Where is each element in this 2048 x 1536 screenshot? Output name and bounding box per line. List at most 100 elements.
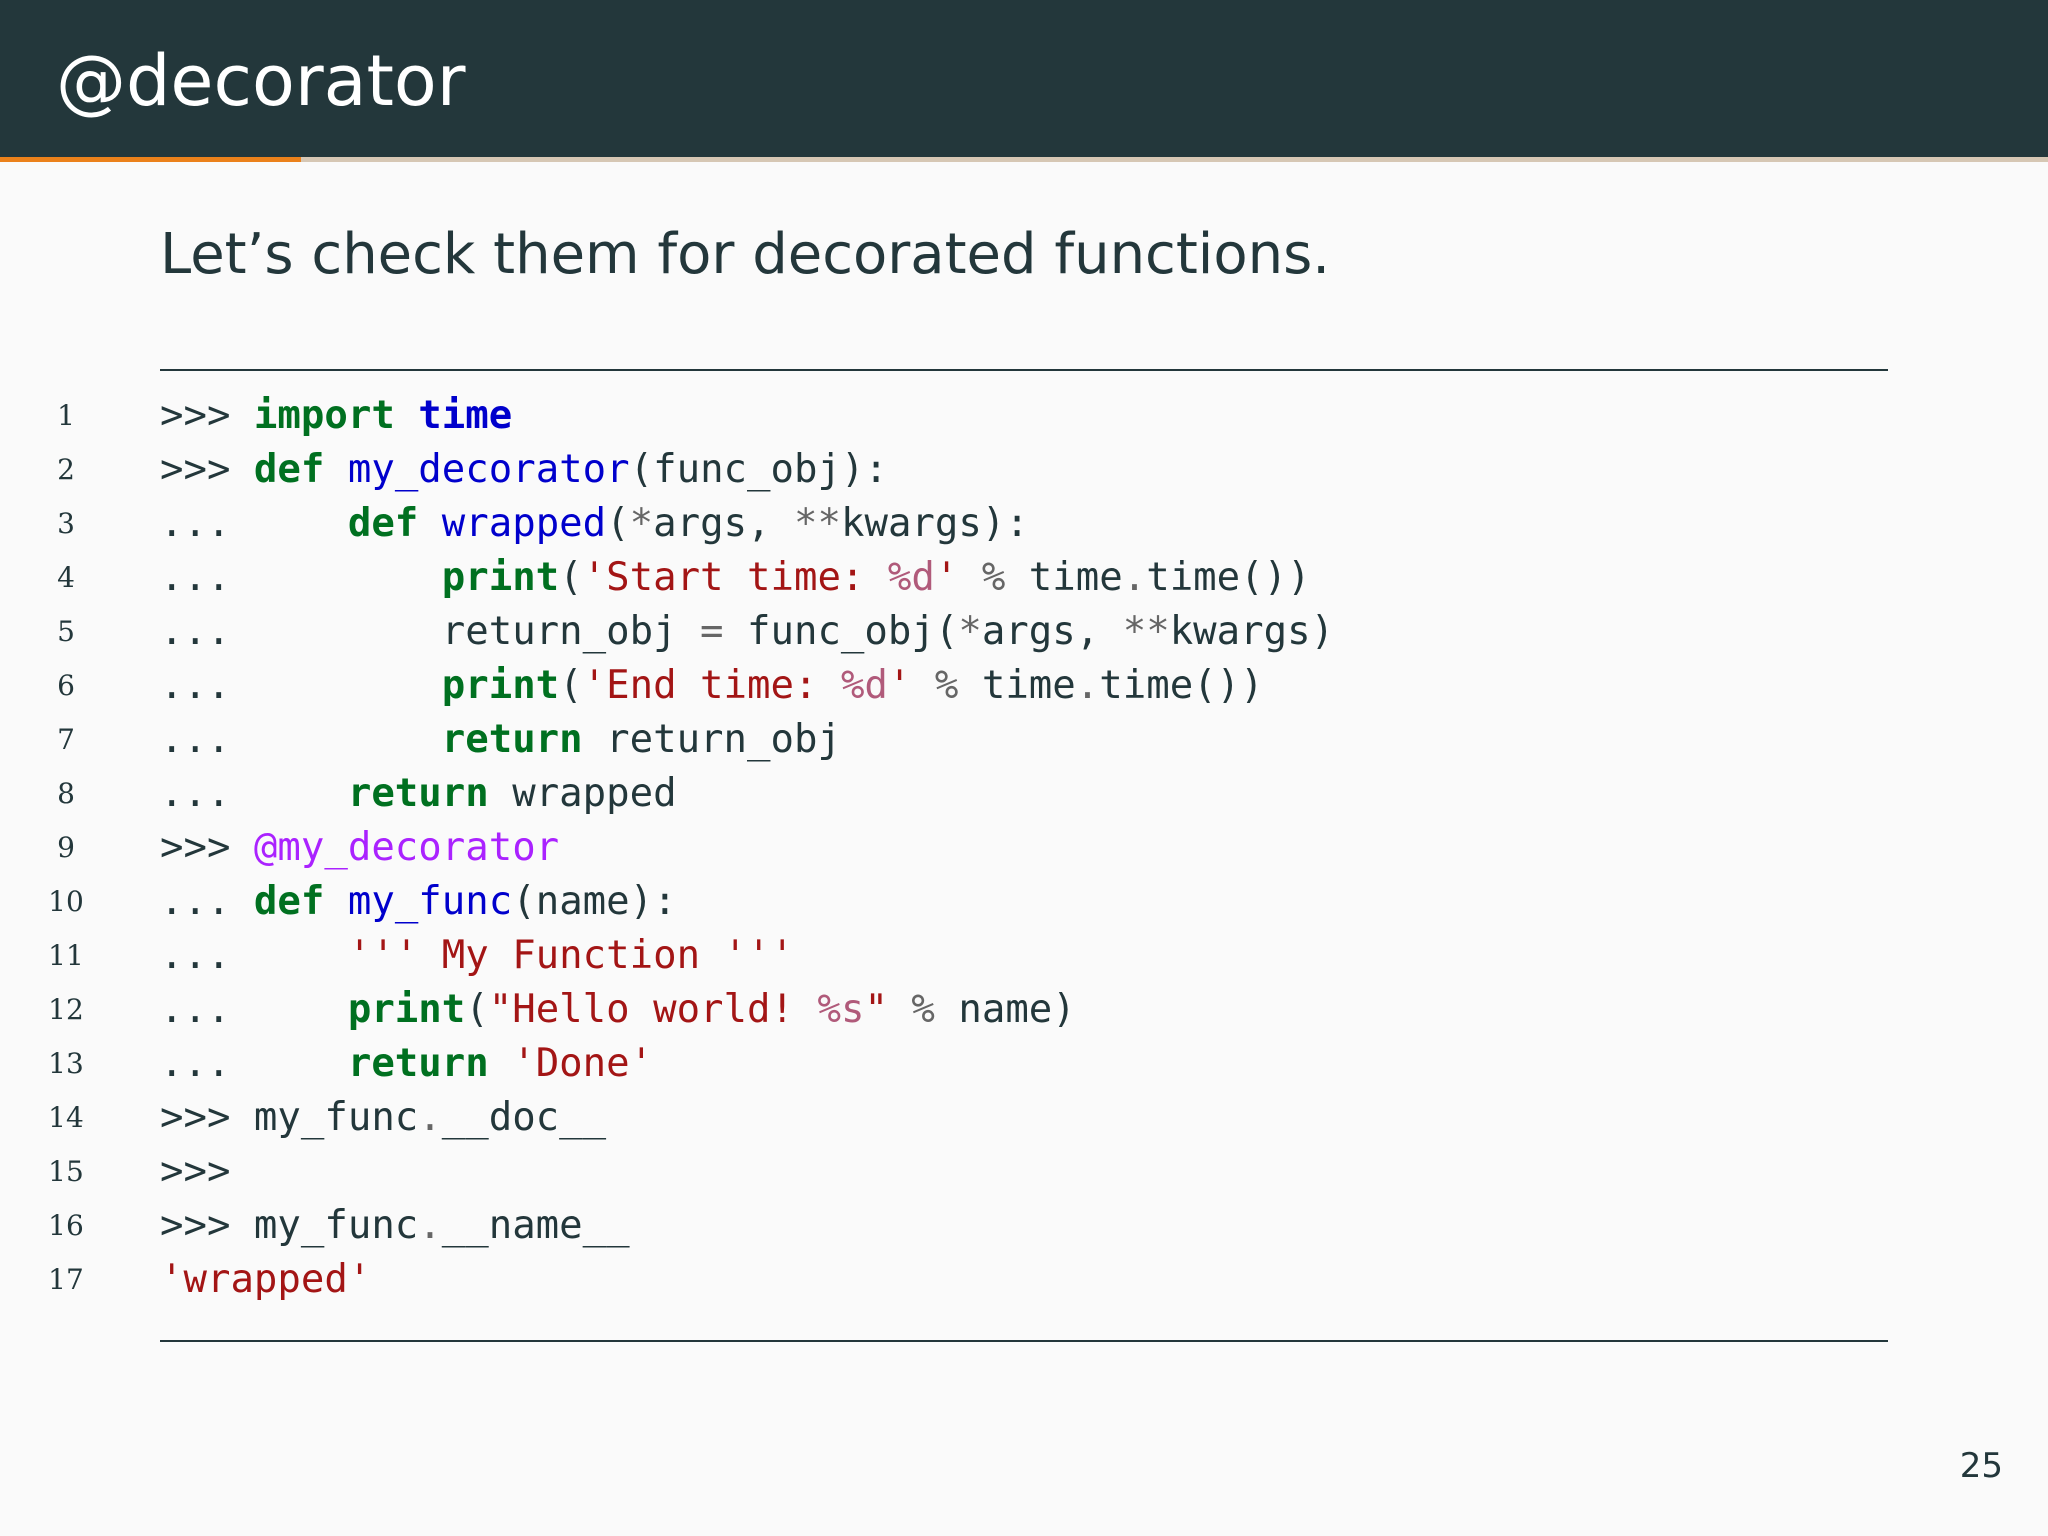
code-token: ... (160, 717, 442, 762)
line-number: 14 (48, 1101, 84, 1134)
code-token: return (347, 1041, 489, 1086)
code-token: ** (1122, 609, 1170, 654)
line-number: 7 (57, 723, 75, 756)
code-token: % (934, 663, 959, 708)
code-line: 16 >>> my_func.__name__ (0, 1199, 2048, 1253)
code-line: 5 ... return_obj = func_obj(*args, **kwar… (0, 605, 2048, 659)
code-token: ... (160, 1041, 348, 1086)
code-token: args, (653, 501, 795, 546)
code-text: ... return return_obj (160, 713, 841, 767)
code-token: wrapped (441, 501, 607, 546)
line-number: 6 (57, 669, 75, 702)
code-token: print (441, 555, 560, 600)
code-token: kwargs) (1169, 609, 1335, 654)
code-line: 13... return 'Done' (0, 1037, 2048, 1091)
line-number: 3 (57, 507, 75, 540)
code-text: 'wrapped' (160, 1253, 371, 1307)
code-token: my_func (347, 879, 513, 924)
line-number: 4 (57, 561, 75, 594)
code-line: 9 >>> @my_decorator (0, 821, 2048, 875)
code-token: (name): (512, 879, 677, 924)
code-token: * (629, 501, 654, 546)
code-token: return (441, 717, 583, 762)
code-token: args, (981, 609, 1123, 654)
code-token: ... (160, 879, 254, 924)
code-text: ... def wrapped(*args, **kwargs): (160, 497, 1029, 551)
code-text: >>> import time (160, 389, 512, 443)
code-token: time (958, 663, 1076, 708)
code-line: 6... print('End time: %d' % time.time()) (0, 659, 2048, 713)
code-token: wrapped (488, 771, 677, 816)
code-token: * (958, 609, 982, 654)
line-number: 16 (48, 1209, 84, 1242)
code-text: ... ''' My Function ''' (160, 929, 794, 983)
code-text: ... print("Hello world! %s" % name) (160, 983, 1076, 1037)
code-token: ... return_obj (160, 609, 701, 654)
code-token: ''' My Function ''' (347, 933, 794, 978)
code-token: (func_obj): (629, 447, 888, 492)
code-line: 14 >>> my_func.__doc__ (0, 1091, 2048, 1145)
slide-subtitle: Let’s check them for decorated functions… (160, 222, 1331, 287)
code-line: 3 ... def wrapped(*args, **kwargs): (0, 497, 2048, 551)
page-number: 25 (1959, 1446, 2003, 1486)
code-token: >>> my_func (160, 1095, 419, 1140)
code-line: 12... print("Hello world! %s" % name) (0, 983, 2048, 1037)
line-number: 17 (48, 1263, 84, 1296)
code-token: ( (559, 555, 583, 600)
code-token: 'Done' (512, 1041, 654, 1086)
code-text: >>> my_func.__doc__ (160, 1091, 606, 1145)
code-token: def (347, 501, 419, 546)
code-line: 4 ... print('Start time: %d' % time.time(… (0, 551, 2048, 605)
code-token: %d (887, 555, 935, 600)
code-text: ... print('Start time: %d' % time.time()… (160, 551, 1311, 605)
code-token: ( (559, 663, 583, 708)
code-token: 'End time: (582, 663, 841, 708)
code-token: ** (794, 501, 841, 546)
code-text: >>> my_func.__name__ (160, 1199, 630, 1253)
code-text: >>> (160, 1145, 230, 1199)
code-line: 7... return return_obj (0, 713, 2048, 767)
code-token: = (700, 609, 724, 654)
code-token: print (441, 663, 560, 708)
code-token: return (347, 771, 489, 816)
progress-bar-fill (0, 157, 302, 162)
code-line: 2 >>> def my_decorator(func_obj): (0, 443, 2048, 497)
line-number: 15 (48, 1155, 84, 1188)
code-token: >>> (160, 393, 254, 438)
code-token: . (1122, 555, 1147, 600)
code-top-rule (160, 369, 1888, 371)
code-line: 8... return wrapped (0, 767, 2048, 821)
code-token: ... (160, 663, 442, 708)
code-token: @my_decorator (253, 825, 560, 870)
code-text: ... return 'Done' (160, 1037, 653, 1091)
line-number: 13 (48, 1047, 84, 1080)
code-token: >>> (160, 825, 254, 870)
line-number: 9 (57, 831, 75, 864)
code-text: ... return_obj = func_obj(*args, **kwarg… (160, 605, 1334, 659)
code-token: ... (160, 555, 442, 600)
code-text: >>> @my_decorator (160, 821, 559, 875)
line-number: 2 (57, 453, 75, 486)
code-line: 10... def my_func(name): (0, 875, 2048, 929)
code-token: ... (160, 933, 348, 978)
code-token: ' (887, 663, 912, 708)
code-token: . (418, 1203, 442, 1248)
code-token: %s (817, 987, 865, 1032)
code-token: time()) (1099, 663, 1264, 708)
line-number: 11 (48, 939, 84, 972)
code-token: 'wrapped' (160, 1257, 372, 1302)
code-token: return_obj (582, 717, 841, 762)
line-number: 8 (57, 777, 75, 810)
line-number: 1 (57, 399, 75, 432)
code-token: 'Start time: (582, 555, 888, 600)
code-token: " (864, 987, 888, 1032)
code-token: def (253, 879, 325, 924)
code-token: ... (160, 501, 348, 546)
code-token: ( (465, 987, 489, 1032)
code-token: import (253, 393, 395, 438)
